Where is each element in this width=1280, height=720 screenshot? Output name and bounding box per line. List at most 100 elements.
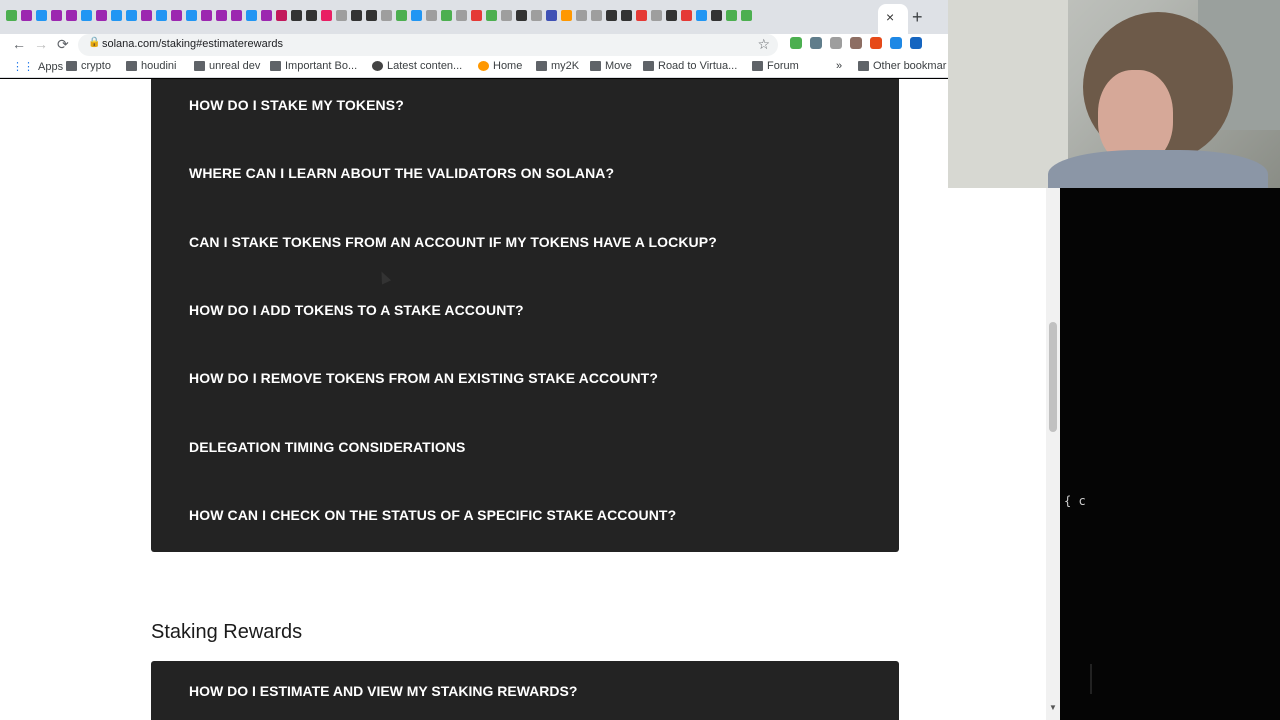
bookmark-item[interactable]: houdini bbox=[126, 60, 176, 72]
tab-favicon-icon[interactable] bbox=[291, 10, 302, 21]
bookmark-item[interactable]: Other bookmar bbox=[858, 60, 946, 72]
url-text[interactable]: solana.com/staking#estimaterewards bbox=[102, 38, 283, 50]
tab-favicon-icon[interactable] bbox=[81, 10, 92, 21]
faq-item[interactable]: HOW DO I ESTIMATE AND VIEW MY STAKING RE… bbox=[189, 683, 577, 699]
faq-item[interactable]: HOW DO I REMOVE TOKENS FROM AN EXISTING … bbox=[189, 370, 658, 386]
extension-icon[interactable] bbox=[890, 37, 902, 49]
scrollbar-thumb[interactable] bbox=[1049, 322, 1057, 432]
tab-favicon-icon[interactable] bbox=[441, 10, 452, 21]
tab-favicon-icon[interactable] bbox=[171, 10, 182, 21]
bookmark-label: Home bbox=[493, 60, 523, 72]
tab-favicon-icon[interactable] bbox=[726, 10, 737, 21]
tab-favicon-icon[interactable] bbox=[321, 10, 332, 21]
tab-favicon-icon[interactable] bbox=[261, 10, 272, 21]
tab-favicon-icon[interactable] bbox=[426, 10, 437, 21]
tab-favicon-icon[interactable] bbox=[516, 10, 527, 21]
tab-favicon-icon[interactable] bbox=[591, 10, 602, 21]
tab-favicon-icon[interactable] bbox=[66, 10, 77, 21]
tab-favicon-icon[interactable] bbox=[501, 10, 512, 21]
tab-icon-row[interactable] bbox=[6, 10, 752, 26]
tab-favicon-icon[interactable] bbox=[126, 10, 137, 21]
tab-favicon-icon[interactable] bbox=[96, 10, 107, 21]
tab-favicon-icon[interactable] bbox=[381, 10, 392, 21]
faq-item[interactable]: HOW DO I ADD TOKENS TO A STAKE ACCOUNT? bbox=[189, 302, 524, 318]
bookmark-item[interactable]: Latest conten... bbox=[372, 60, 462, 72]
tab-favicon-icon[interactable] bbox=[366, 10, 377, 21]
tab-favicon-icon[interactable] bbox=[531, 10, 542, 21]
extension-icon[interactable] bbox=[850, 37, 862, 49]
tab-favicon-icon[interactable] bbox=[741, 10, 752, 21]
tab-favicon-icon[interactable] bbox=[111, 10, 122, 21]
logo-icon bbox=[752, 61, 763, 71]
tab-favicon-icon[interactable] bbox=[246, 10, 257, 21]
tab-favicon-icon[interactable] bbox=[201, 10, 212, 21]
faq-item[interactable]: HOW DO I STAKE MY TOKENS? bbox=[189, 97, 404, 113]
extension-icon[interactable] bbox=[810, 37, 822, 49]
tab-favicon-icon[interactable] bbox=[456, 10, 467, 21]
scroll-down-arrow-icon[interactable]: ▼ bbox=[1049, 703, 1057, 712]
tab-favicon-icon[interactable] bbox=[576, 10, 587, 21]
terminal-window: { c bbox=[1060, 188, 1280, 720]
bookmark-item[interactable]: Home bbox=[478, 60, 522, 72]
bookmark-star-icon[interactable]: ☆ bbox=[757, 36, 770, 53]
tab-favicon-icon[interactable] bbox=[621, 10, 632, 21]
tab-favicon-icon[interactable] bbox=[486, 10, 497, 21]
tab-favicon-icon[interactable] bbox=[636, 10, 647, 21]
tab-favicon-icon[interactable] bbox=[6, 10, 17, 21]
tab-favicon-icon[interactable] bbox=[666, 10, 677, 21]
faq-item[interactable]: HOW CAN I CHECK ON THE STATUS OF A SPECI… bbox=[189, 507, 676, 523]
bookmark-item[interactable]: Move bbox=[590, 60, 632, 72]
faq-item[interactable]: CAN I STAKE TOKENS FROM AN ACCOUNT IF MY… bbox=[189, 234, 717, 250]
back-icon[interactable]: ← bbox=[12, 35, 26, 53]
extension-icon[interactable] bbox=[790, 37, 802, 49]
tab-favicon-icon[interactable] bbox=[711, 10, 722, 21]
tab-favicon-icon[interactable] bbox=[306, 10, 317, 21]
tab-favicon-icon[interactable] bbox=[546, 10, 557, 21]
tab-favicon-icon[interactable] bbox=[606, 10, 617, 21]
webcam-overlay bbox=[948, 0, 1280, 188]
tab-favicon-icon[interactable] bbox=[411, 10, 422, 21]
address-bar[interactable]: 🔒 solana.com/staking#estimaterewards ☆ bbox=[78, 34, 778, 56]
section-title-staking-rewards: Staking Rewards bbox=[151, 621, 303, 643]
tab-favicon-icon[interactable] bbox=[696, 10, 707, 21]
new-tab-button[interactable]: + bbox=[912, 6, 923, 28]
close-tab-icon[interactable]: × bbox=[886, 8, 894, 26]
bookmark-label: crypto bbox=[81, 60, 111, 72]
tab-favicon-icon[interactable] bbox=[651, 10, 662, 21]
tab-favicon-icon[interactable] bbox=[36, 10, 47, 21]
extension-icon[interactable] bbox=[830, 37, 842, 49]
bookmark-item[interactable]: my2K bbox=[536, 60, 579, 72]
bookmark-item[interactable]: Road to Virtua... bbox=[643, 60, 737, 72]
page-content: HOW DO I STAKE MY TOKENS? WHERE CAN I LEA… bbox=[0, 79, 1046, 720]
bookmark-label: Forum bbox=[767, 60, 799, 72]
reload-icon[interactable]: ⟳ bbox=[57, 35, 69, 53]
bookmark-item[interactable]: Important Bo... bbox=[270, 60, 357, 72]
tab-favicon-icon[interactable] bbox=[351, 10, 362, 21]
tab-favicon-icon[interactable] bbox=[156, 10, 167, 21]
faq-item[interactable]: WHERE CAN I LEARN ABOUT THE VALIDATORS O… bbox=[189, 165, 614, 181]
tab-favicon-icon[interactable] bbox=[141, 10, 152, 21]
bookmark-item[interactable]: » bbox=[836, 60, 842, 72]
lock-icon: 🔒 bbox=[88, 37, 101, 48]
tab-favicon-icon[interactable] bbox=[21, 10, 32, 21]
tab-favicon-icon[interactable] bbox=[186, 10, 197, 21]
tab-favicon-icon[interactable] bbox=[231, 10, 242, 21]
tab-favicon-icon[interactable] bbox=[336, 10, 347, 21]
tab-favicon-icon[interactable] bbox=[51, 10, 62, 21]
faq-item[interactable]: DELEGATION TIMING CONSIDERATIONS bbox=[189, 439, 465, 455]
tab-favicon-icon[interactable] bbox=[681, 10, 692, 21]
tab-favicon-icon[interactable] bbox=[276, 10, 287, 21]
extensions-row[interactable] bbox=[790, 37, 922, 49]
terminal-text: { c bbox=[1064, 494, 1086, 508]
bookmark-item[interactable]: Forum bbox=[752, 60, 799, 72]
bookmark-item[interactable]: ⋮⋮ Apps bbox=[12, 60, 63, 74]
tab-favicon-icon[interactable] bbox=[471, 10, 482, 21]
bookmark-item[interactable]: unreal dev bbox=[194, 60, 260, 72]
tab-favicon-icon[interactable] bbox=[561, 10, 572, 21]
tab-favicon-icon[interactable] bbox=[396, 10, 407, 21]
tab-favicon-icon[interactable] bbox=[216, 10, 227, 21]
extension-icon[interactable] bbox=[910, 37, 922, 49]
bookmark-item[interactable]: crypto bbox=[66, 60, 111, 72]
extension-icon[interactable] bbox=[870, 37, 882, 49]
forward-icon[interactable]: → bbox=[34, 35, 48, 53]
